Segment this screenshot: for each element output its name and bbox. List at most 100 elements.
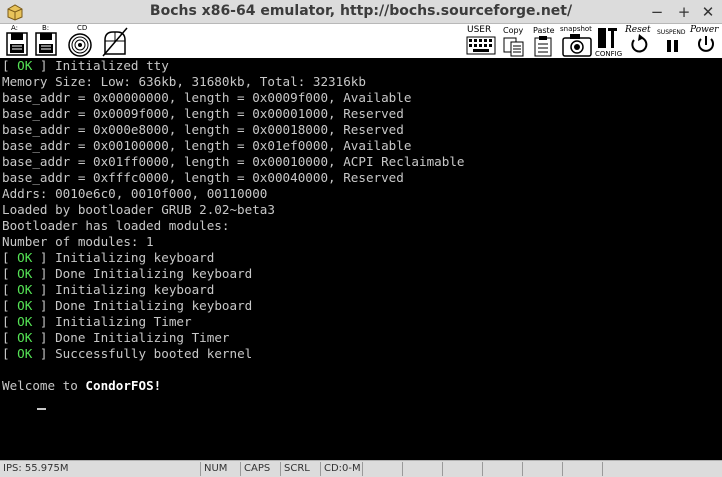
console-line-text: base_addr = 0x01ff0000, length = 0x00010… [2, 154, 465, 169]
console-line-text: base_addr = 0x000e8000, length = 0x00018… [2, 122, 404, 137]
user-label: USER [467, 25, 492, 35]
snapshot-button[interactable]: snapshot [559, 24, 595, 58]
ok-bracket-close: ] [32, 330, 56, 345]
reset-button[interactable]: Reset [625, 24, 655, 58]
console-line: [ OK ] Successfully booted kernel [0, 346, 722, 362]
console-line: base_addr = 0x01ff0000, length = 0x00010… [0, 154, 722, 170]
console-line-text: Bootloader has loaded modules: [2, 218, 230, 233]
power-button[interactable]: Power [690, 24, 722, 58]
ok-bracket-close: ] [32, 58, 56, 73]
ok-bracket-open: [ [2, 58, 18, 73]
ok-bracket-close: ] [32, 314, 56, 329]
maximize-button[interactable]: + [674, 2, 694, 22]
power-label: Power [690, 25, 719, 35]
console-line: Number of modules: 1 [0, 234, 722, 250]
ok-tag: OK [17, 298, 33, 313]
suspend-button[interactable]: SUSPEND [657, 24, 689, 58]
text-cursor [37, 408, 46, 410]
status-slot [442, 462, 482, 476]
floppy-b-button[interactable]: B: [33, 24, 59, 58]
floppy-a-label: A: [11, 24, 19, 32]
console-line: base_addr = 0x00000000, length = 0x0009f… [0, 90, 722, 106]
ok-bracket-open: [ [2, 282, 18, 297]
console-line-text: Initializing keyboard [55, 250, 215, 265]
console-line: base_addr = 0x0009f000, length = 0x00001… [0, 106, 722, 122]
vga-console[interactable]: [ OK ] Initialized tty Memory Size: Low: … [0, 58, 722, 460]
status-slot [402, 462, 442, 476]
console-line-text: Initializing Timer [55, 314, 192, 329]
ok-bracket-close: ] [32, 250, 56, 265]
ok-bracket-close: ] [32, 282, 56, 297]
console-line: [ OK ] Initializing keyboard [0, 282, 722, 298]
close-button[interactable]: ✕ [698, 2, 718, 22]
console-line-text: Done Initializing Timer [55, 330, 230, 345]
console-line-text: base_addr = 0xfffc0000, length = 0x00040… [2, 170, 404, 185]
ok-bracket-close: ] [32, 346, 56, 361]
console-line-text: base_addr = 0x00000000, length = 0x0009f… [2, 90, 412, 105]
console-line-text: Done Initializing keyboard [55, 266, 253, 281]
ok-bracket-open: [ [2, 330, 18, 345]
title-bar[interactable]: Bochs x86-64 emulator, http://bochs.sour… [0, 0, 722, 24]
cdrom-label: CD [77, 24, 88, 32]
scroll-lock-indicator: SCRL [280, 462, 320, 476]
ok-bracket-open: [ [2, 250, 18, 265]
console-line-text: Memory Size: Low: 636kb, 31680kb, Total:… [2, 74, 366, 89]
console-line: [ OK ] Done Initializing Timer [0, 330, 722, 346]
ok-bracket-close: ] [32, 266, 56, 281]
console-line-text: base_addr = 0x00100000, length = 0x01ef0… [2, 138, 412, 153]
status-slot [522, 462, 562, 476]
snapshot-label: snapshot [560, 25, 592, 33]
toolbar: A: B: CD USER Copy Paste snapshot CONFIG… [0, 24, 722, 58]
ips-indicator: IPS: 55.975M [3, 463, 69, 474]
paste-button[interactable]: Paste [531, 24, 557, 58]
ok-tag: OK [17, 282, 33, 297]
status-slot [362, 462, 402, 476]
console-line-text: Done Initializing keyboard [55, 298, 253, 313]
ok-tag: OK [17, 330, 33, 345]
console-line: [ OK ] Initialized tty [0, 58, 722, 74]
copy-button[interactable]: Copy [501, 24, 527, 58]
console-line-text: Addrs: 0010e6c0, 0010f000, 00110000 [2, 186, 268, 201]
config-button[interactable]: CONFIG [595, 24, 623, 58]
console-line: base_addr = 0x00100000, length = 0x01ef0… [0, 138, 722, 154]
caps-lock-indicator: CAPS [240, 462, 280, 476]
ok-tag: OK [17, 346, 33, 361]
num-lock-indicator: NUM [200, 462, 240, 476]
console-line: base_addr = 0x000e8000, length = 0x00018… [0, 122, 722, 138]
os-name: CondorFOS! [85, 378, 162, 393]
ok-bracket-close: ] [32, 298, 56, 313]
console-line-text: Number of modules: 1 [2, 234, 154, 249]
paste-label: Paste [533, 26, 555, 35]
console-line: base_addr = 0xfffc0000, length = 0x00040… [0, 170, 722, 186]
console-line-text: Initializing keyboard [55, 282, 215, 297]
status-slot [602, 462, 722, 476]
console-line: [ OK ] Initializing keyboard [0, 250, 722, 266]
ok-bracket-open: [ [2, 266, 18, 281]
console-line-text: Initialized tty [55, 58, 169, 73]
console-line: [ OK ] Done Initializing keyboard [0, 266, 722, 282]
ok-bracket-open: [ [2, 346, 18, 361]
console-line-text: base_addr = 0x0009f000, length = 0x00001… [2, 106, 404, 121]
copy-label: Copy [503, 26, 524, 35]
welcome-line: Welcome to CondorFOS! [0, 378, 722, 394]
status-slot [562, 462, 602, 476]
console-line: Bootloader has loaded modules: [0, 218, 722, 234]
user-button[interactable]: USER [466, 24, 496, 58]
ok-tag: OK [17, 250, 33, 265]
console-line: [ OK ] Done Initializing keyboard [0, 298, 722, 314]
console-line: Memory Size: Low: 636kb, 31680kb, Total:… [0, 74, 722, 90]
ok-tag: OK [17, 314, 33, 329]
config-label: CONFIG [595, 50, 623, 58]
ok-bracket-open: [ [2, 314, 18, 329]
cdrom-status-indicator: CD:0-M [320, 462, 362, 476]
floppy-a-button[interactable]: A: [4, 24, 30, 58]
mouse-capture-button[interactable] [99, 24, 131, 58]
reset-label: Reset [625, 25, 651, 35]
window-title: Bochs x86-64 emulator, http://bochs.sour… [149, 3, 573, 19]
console-line: Addrs: 0010e6c0, 0010f000, 00110000 [0, 186, 722, 202]
status-slot [482, 462, 522, 476]
welcome-prefix: Welcome to [2, 378, 86, 393]
minimize-button[interactable]: − [647, 2, 667, 22]
cdrom-button[interactable]: CD [66, 24, 96, 58]
